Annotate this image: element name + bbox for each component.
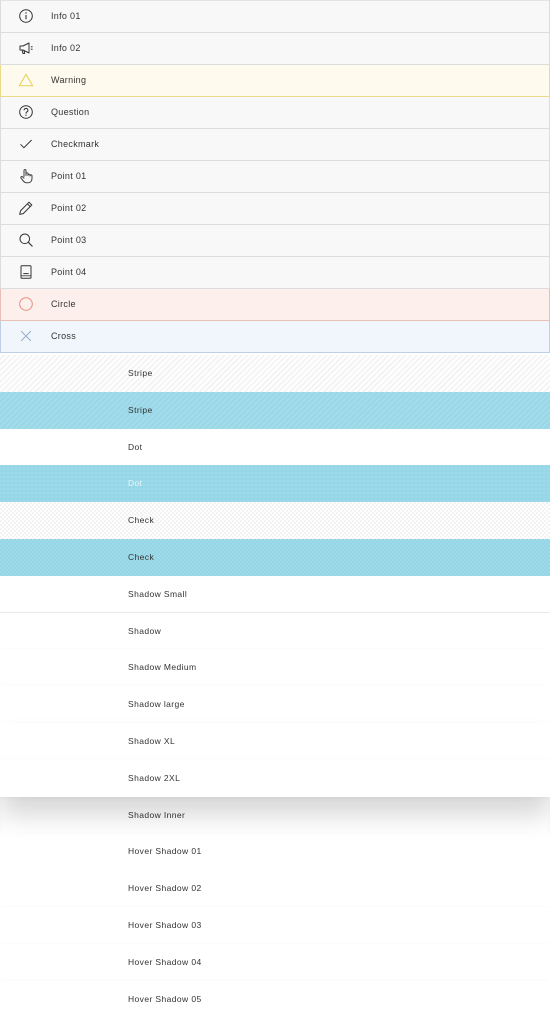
shadow-large-row: Shadow large [0, 686, 550, 723]
dot-light-row: Dot [0, 428, 550, 466]
shadow-large-label: Shadow large [128, 699, 185, 710]
cross-label: Cross [51, 331, 77, 341]
stripe-light-label: Stripe [128, 368, 153, 378]
hover-shadow-02-row[interactable]: Hover Shadow 02 [0, 870, 550, 907]
warning-triangle-icon [18, 72, 34, 88]
shadow-medium-label: Shadow Medium [128, 662, 197, 673]
style-sample-list: Stripe Stripe Dot Dot Check Check Shadow… [0, 355, 550, 1017]
question-circle-icon [18, 104, 34, 120]
hover-shadow-03-label: Hover Shadow 03 [128, 919, 202, 930]
circle-row[interactable]: Circle [0, 289, 550, 321]
point-04-row[interactable]: Point 04 [0, 257, 550, 289]
point-01-row[interactable]: Point 01 [0, 161, 550, 193]
info-01-label: Info 01 [51, 11, 81, 21]
warning-row[interactable]: Warning [0, 65, 550, 97]
stripe-blue-label: Stripe [128, 404, 153, 415]
hover-shadow-01-row[interactable]: Hover Shadow 01 [0, 833, 550, 871]
hand-pointer-icon [18, 168, 34, 184]
stripe-blue-row: Stripe [0, 391, 550, 429]
megaphone-icon [18, 40, 34, 56]
checkmark-label: Checkmark [51, 139, 100, 149]
icon-message-list: Info 01 Info 02 Warning Question Checkma [0, 0, 550, 353]
check-light-label: Check [128, 515, 155, 526]
shadow-row: Shadow [0, 612, 550, 650]
point-02-label: Point 02 [51, 203, 87, 213]
hover-shadow-02-label: Hover Shadow 02 [128, 883, 202, 894]
hover-shadow-03-row[interactable]: Hover Shadow 03 [0, 906, 550, 944]
shadow-inner-row: Shadow Inner [0, 796, 550, 834]
point-01-label: Point 01 [51, 171, 87, 181]
magnifier-icon [18, 232, 34, 248]
info-circle-icon [18, 8, 34, 24]
page: Info 01 Info 02 Warning Question Checkma [0, 0, 550, 1017]
hover-shadow-04-row[interactable]: Hover Shadow 04 [0, 943, 550, 981]
question-row[interactable]: Question [0, 97, 550, 129]
shadow-2xl-label: Shadow 2XL [128, 772, 181, 783]
point-02-row[interactable]: Point 02 [0, 193, 550, 225]
hover-shadow-01-label: Hover Shadow 01 [128, 846, 202, 857]
point-03-row[interactable]: Point 03 [0, 225, 550, 257]
hover-shadow-05-row[interactable]: Hover Shadow 05 [0, 980, 550, 1017]
question-label: Question [51, 107, 90, 117]
shadow-xl-label: Shadow XL [128, 735, 176, 746]
hover-shadow-04-label: Hover Shadow 04 [128, 956, 202, 967]
shadow-small-label: Shadow Small [128, 588, 188, 599]
shadow-inner-label: Shadow Inner [128, 809, 186, 820]
info-02-row[interactable]: Info 02 [0, 33, 550, 65]
check-light-row: Check [0, 502, 550, 539]
info-02-label: Info 02 [51, 43, 81, 53]
check-blue-label: Check [128, 551, 155, 562]
point-03-label: Point 03 [51, 235, 87, 245]
checkmark-icon [18, 136, 34, 152]
circle-label: Circle [51, 299, 76, 309]
pencil-icon [18, 200, 34, 216]
shadow-small-row: Shadow Small [0, 575, 550, 613]
dot-blue-row: Dot [0, 465, 550, 503]
info-01-row[interactable]: Info 01 [0, 0, 550, 33]
shadow-2xl-row: Shadow 2XL [0, 759, 550, 797]
hover-shadow-05-label: Hover Shadow 05 [128, 993, 202, 1004]
cross-icon [18, 328, 34, 344]
warning-label: Warning [51, 75, 87, 85]
book-icon [18, 264, 34, 280]
check-blue-row: Check [0, 538, 550, 576]
cross-row[interactable]: Cross [0, 321, 550, 353]
stripe-light-row: Stripe [0, 355, 550, 392]
circle-icon [18, 296, 34, 312]
dot-light-label: Dot [128, 441, 143, 452]
dot-blue-label: Dot [128, 478, 143, 489]
shadow-medium-row: Shadow Medium [0, 649, 550, 687]
shadow-label: Shadow [128, 625, 162, 636]
checkmark-row[interactable]: Checkmark [0, 129, 550, 161]
shadow-xl-row: Shadow XL [0, 722, 550, 760]
point-04-label: Point 04 [51, 267, 87, 277]
